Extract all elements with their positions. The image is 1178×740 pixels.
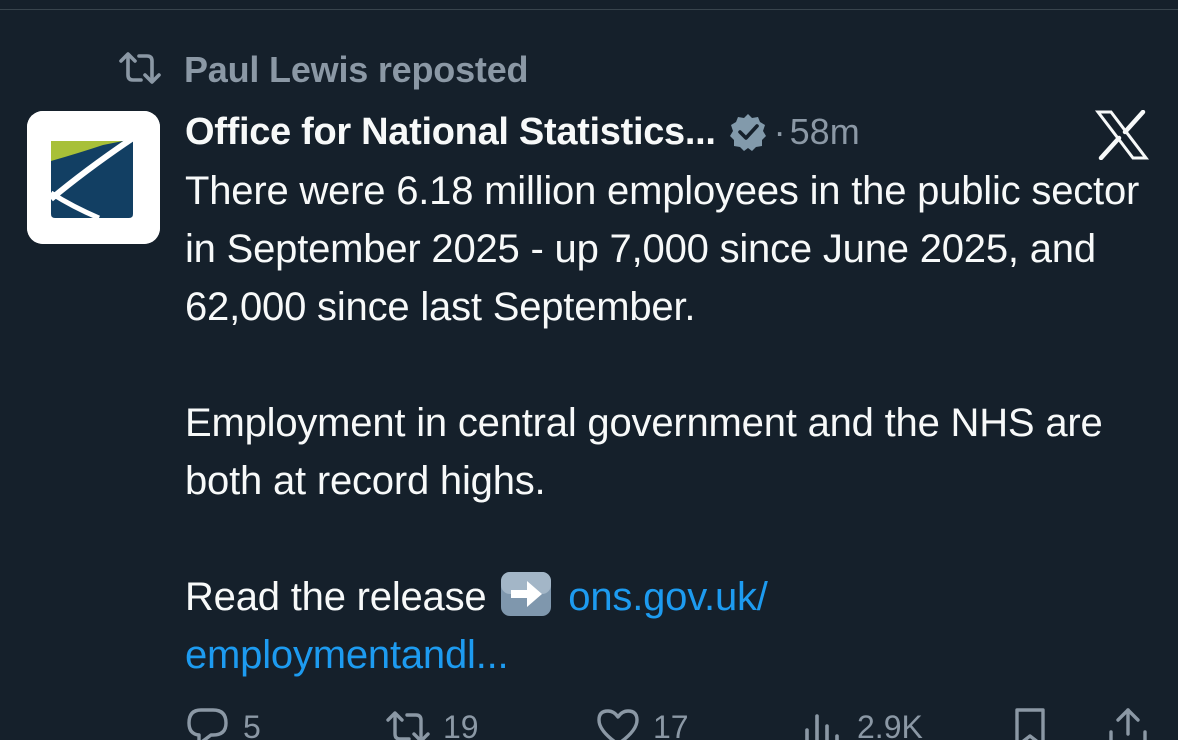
repost-icon [386,711,430,740]
release-link-continued[interactable]: employmentandl... [185,633,509,677]
bookmark-button[interactable] [1007,704,1053,740]
read-release-text: Read the release [185,575,487,619]
timestamp[interactable]: 58m [790,111,860,153]
reply-button[interactable]: 5 [185,704,261,740]
tweet-header: Office for National Statistics... · 58m [185,106,1015,158]
x-logo-icon [1094,110,1150,160]
tweet-paragraph-link-line: Read the release ons.gov.uk/employmentan… [185,568,1165,684]
share-icon [1109,708,1147,740]
reply-icon [187,708,228,740]
repost-count: 19 [443,708,479,740]
repost-label: Paul Lewis reposted [184,49,529,90]
repost-icon [118,48,162,93]
right-arrow-emoji-icon [499,570,553,618]
share-button[interactable] [1105,704,1151,740]
like-count: 17 [653,708,689,740]
release-link[interactable]: ons.gov.uk/ [568,575,768,619]
verified-badge-icon[interactable] [728,112,768,152]
repost-button[interactable]: 19 [385,704,479,740]
ons-logo [27,111,160,244]
views-button[interactable]: 2.9K [799,704,923,740]
view-count: 2.9K [857,708,923,740]
repost-context[interactable]: Paul Lewis reposted [118,48,529,93]
tweet-card: Paul Lewis reposted Office for National … [0,0,1178,740]
reply-count: 5 [243,708,261,740]
analytics-icon [805,714,839,740]
tweet-paragraph: Employment in central government and the… [185,401,1103,503]
avatar[interactable] [27,111,160,244]
author-name[interactable]: Office for National Statistics... [185,111,716,154]
separator-dot: · [773,111,786,152]
divider [0,9,1178,10]
tweet-paragraph: There were 6.18 million employees in the… [185,169,1140,329]
action-bar: 5 19 17 2.9K [185,704,1178,740]
bookmark-icon [1015,708,1045,740]
like-button[interactable]: 17 [595,704,689,740]
tweet-text: There were 6.18 million employees in the… [185,162,1165,684]
heart-icon [597,709,639,740]
